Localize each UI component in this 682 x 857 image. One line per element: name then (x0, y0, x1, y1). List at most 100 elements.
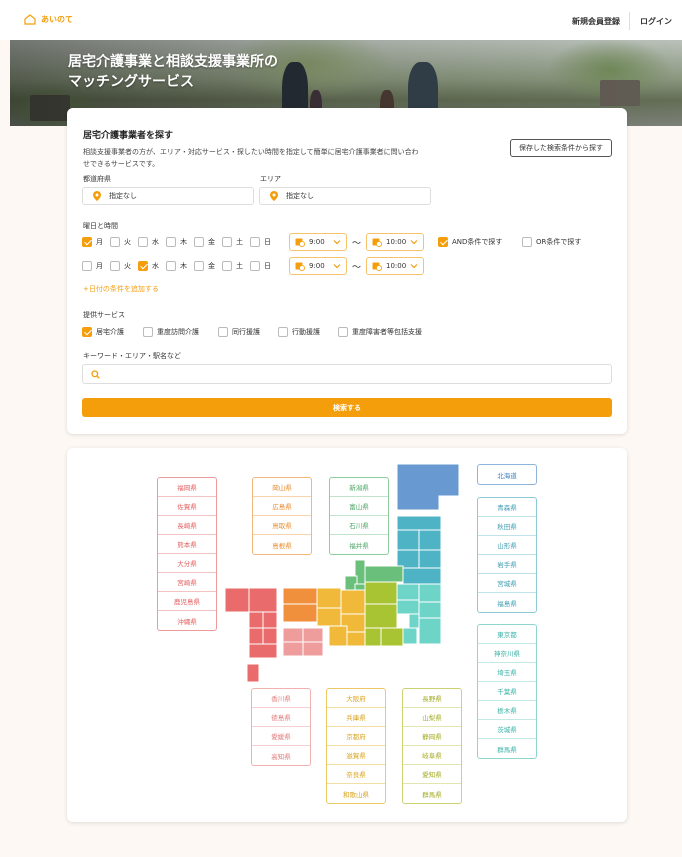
pref-shiga[interactable]: 滋賀県 (327, 746, 385, 765)
pref-nagano[interactable]: 長野県 (403, 689, 461, 708)
pref-kumamoto[interactable]: 熊本県 (158, 535, 216, 554)
checkbox[interactable] (138, 261, 148, 271)
pref-fukushima[interactable]: 福島県 (478, 593, 536, 612)
pref-ishikawa[interactable]: 石川県 (330, 516, 388, 535)
checkbox[interactable] (166, 237, 176, 247)
checkbox[interactable] (222, 261, 232, 271)
pref-aichi[interactable]: 愛知県 (403, 765, 461, 784)
checkbox[interactable] (222, 237, 232, 247)
prefecture-select[interactable]: 指定なし (82, 187, 254, 205)
pref-niigata[interactable]: 新潟県 (330, 478, 388, 497)
region-kinki[interactable] (316, 587, 366, 647)
logo[interactable]: あいのて (24, 14, 73, 25)
pref-kagawa[interactable]: 香川県 (252, 689, 310, 708)
day-wed-row2[interactable]: 水 (138, 261, 159, 271)
pref-aomori[interactable]: 青森県 (478, 498, 536, 517)
pref-wakayama[interactable]: 和歌山県 (327, 784, 385, 803)
pref-okayama[interactable]: 岡山県 (253, 478, 311, 497)
day-sun-row1[interactable]: 日 (250, 237, 271, 247)
checkbox[interactable] (82, 261, 92, 271)
pref-fukuoka[interactable]: 福岡県 (158, 478, 216, 497)
region-chugoku[interactable] (282, 587, 318, 623)
pref-fukui[interactable]: 福井県 (330, 535, 388, 554)
pref-shizuoka[interactable]: 静岡県 (403, 727, 461, 746)
pref-hiroshima[interactable]: 広島県 (253, 497, 311, 516)
pref-kyoto[interactable]: 京都府 (327, 727, 385, 746)
search-button[interactable]: 検索する (82, 398, 612, 417)
day-mon-row2[interactable]: 月 (82, 261, 103, 271)
pref-tottori[interactable]: 鳥取県 (253, 516, 311, 535)
pref-hyogo[interactable]: 兵庫県 (327, 708, 385, 727)
pref-iwate[interactable]: 岩手県 (478, 555, 536, 574)
region-tohoku[interactable] (396, 515, 442, 585)
pref-oita[interactable]: 大分県 (158, 554, 216, 573)
pref-kagoshima[interactable]: 鹿児島県 (158, 592, 216, 611)
checkbox[interactable] (82, 327, 92, 337)
add-date-condition-link[interactable]: +日付の条件を追加する (83, 284, 159, 294)
pref-ehime[interactable]: 愛媛県 (252, 727, 310, 746)
pref-gifu[interactable]: 岐阜県 (403, 746, 461, 765)
end-time-select-row1[interactable]: 10:00 (366, 233, 424, 251)
service-judo-homon[interactable]: 重度訪問介護 (143, 327, 199, 337)
day-wed-row1[interactable]: 水 (138, 237, 159, 247)
checkbox[interactable] (522, 237, 532, 247)
checkbox[interactable] (110, 261, 120, 271)
pref-toyama[interactable]: 富山県 (330, 497, 388, 516)
pref-tokyo[interactable]: 東京都 (478, 625, 536, 644)
service-kyotaku[interactable]: 居宅介護 (82, 327, 124, 337)
pref-tokushima[interactable]: 徳島県 (252, 708, 310, 727)
region-shikoku[interactable] (282, 627, 324, 657)
checkbox[interactable] (218, 327, 228, 337)
region-kyushu[interactable] (224, 587, 278, 683)
pref-chiba[interactable]: 千葉県 (478, 682, 536, 701)
service-doko[interactable]: 同行援護 (218, 327, 260, 337)
pref-saitama[interactable]: 埼玉県 (478, 663, 536, 682)
checkbox[interactable] (250, 237, 260, 247)
region-kanto[interactable] (396, 583, 442, 645)
pref-kanagawa[interactable]: 神奈川県 (478, 644, 536, 663)
pref-miyagi[interactable]: 宮城県 (478, 574, 536, 593)
end-time-select-row2[interactable]: 10:00 (366, 257, 424, 275)
login-link[interactable]: ログイン (640, 16, 672, 27)
start-time-select-row1[interactable]: 9:00 (289, 233, 347, 251)
day-fri-row2[interactable]: 金 (194, 261, 215, 271)
pref-yamagata[interactable]: 山形県 (478, 536, 536, 555)
checkbox[interactable] (278, 327, 288, 337)
day-thu-row1[interactable]: 木 (166, 237, 187, 247)
checkbox[interactable] (110, 237, 120, 247)
saved-search-button[interactable]: 保存した検索条件から探す (510, 139, 612, 157)
checkbox[interactable] (143, 327, 153, 337)
day-tue-row2[interactable]: 火 (110, 261, 131, 271)
checkbox[interactable] (338, 327, 348, 337)
pref-ibaraki[interactable]: 茨城県 (478, 720, 536, 739)
signup-link[interactable]: 新規会員登録 (572, 16, 620, 27)
pref-kochi[interactable]: 高知県 (252, 746, 310, 765)
checkbox[interactable] (138, 237, 148, 247)
day-sat-row1[interactable]: 土 (222, 237, 243, 247)
keyword-input[interactable] (82, 364, 612, 384)
day-tue-row1[interactable]: 火 (110, 237, 131, 247)
area-select[interactable]: 指定なし (259, 187, 431, 205)
pref-nara[interactable]: 奈良県 (327, 765, 385, 784)
pref-shimane[interactable]: 島根県 (253, 535, 311, 554)
service-kodo[interactable]: 行動援護 (278, 327, 320, 337)
pref-yamanashi[interactable]: 山梨県 (403, 708, 461, 727)
day-fri-row1[interactable]: 金 (194, 237, 215, 247)
checkbox[interactable] (250, 261, 260, 271)
region-koshin[interactable] (364, 581, 404, 647)
region-hokkaido[interactable] (396, 463, 460, 511)
pref-akita[interactable]: 秋田県 (478, 517, 536, 536)
or-condition-option[interactable]: OR条件で探す (522, 237, 581, 247)
and-condition-option[interactable]: AND条件で探す (438, 237, 502, 247)
checkbox[interactable] (194, 261, 204, 271)
pref-tochigi[interactable]: 栃木県 (478, 701, 536, 720)
pref-gunma-2[interactable]: 群馬県 (403, 784, 461, 803)
pref-okinawa[interactable]: 沖縄県 (158, 611, 216, 630)
checkbox[interactable] (166, 261, 176, 271)
checkbox[interactable] (82, 237, 92, 247)
pref-saga[interactable]: 佐賀県 (158, 497, 216, 516)
pref-nagasaki[interactable]: 長崎県 (158, 516, 216, 535)
day-thu-row2[interactable]: 木 (166, 261, 187, 271)
start-time-select-row2[interactable]: 9:00 (289, 257, 347, 275)
day-sat-row2[interactable]: 土 (222, 261, 243, 271)
